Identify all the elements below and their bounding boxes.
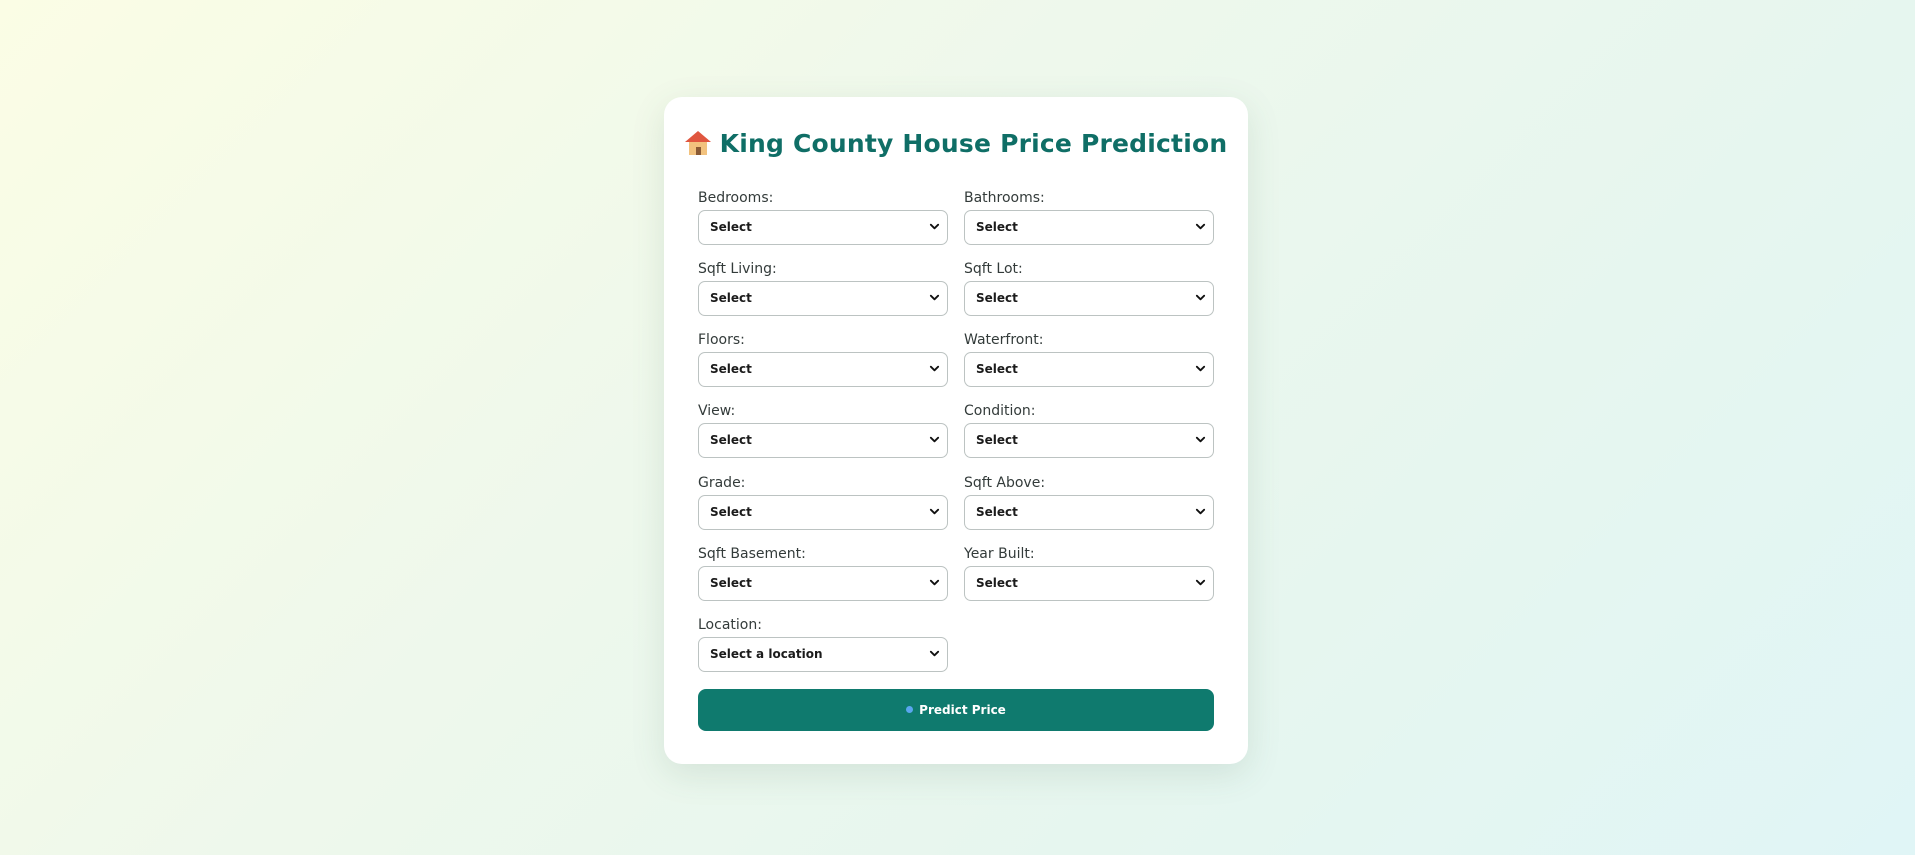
location-select[interactable]: Select a location bbox=[698, 637, 948, 672]
bedrooms-select-value: Select bbox=[710, 220, 752, 234]
chevron-down-icon bbox=[1195, 365, 1206, 372]
sqft-lot-field: Sqft Lot: Select bbox=[964, 260, 1214, 316]
chevron-down-icon bbox=[1195, 508, 1206, 515]
grade-label: Grade: bbox=[698, 475, 746, 491]
bathrooms-label: Bathrooms: bbox=[964, 190, 1045, 206]
chevron-down-icon bbox=[1195, 436, 1206, 443]
chevron-down-icon bbox=[1195, 223, 1206, 230]
bedrooms-select[interactable]: Select bbox=[698, 210, 948, 245]
predict-price-button[interactable]: Predict Price bbox=[698, 689, 1214, 731]
chevron-down-icon bbox=[1195, 579, 1206, 586]
sqft-living-select-value: Select bbox=[710, 291, 752, 305]
sqft-above-select-value: Select bbox=[976, 505, 1018, 519]
chevron-down-icon bbox=[929, 579, 940, 586]
chevron-down-icon bbox=[929, 365, 940, 372]
sqft-above-field: Sqft Above: Select bbox=[964, 474, 1214, 530]
view-field: View: Select bbox=[698, 402, 948, 458]
page-title: King County House Price Prediction bbox=[664, 129, 1248, 159]
waterfront-field: Waterfront: Select bbox=[964, 331, 1214, 387]
bedrooms-label: Bedrooms: bbox=[698, 190, 774, 206]
grade-field: Grade: Select bbox=[698, 474, 948, 530]
waterfront-label: Waterfront: bbox=[964, 332, 1044, 348]
bedrooms-field: Bedrooms: Select bbox=[698, 189, 948, 245]
floors-select-value: Select bbox=[710, 362, 752, 376]
bathrooms-select-value: Select bbox=[976, 220, 1018, 234]
sqft-basement-select-value: Select bbox=[710, 576, 752, 590]
floors-field: Floors: Select bbox=[698, 331, 948, 387]
sqft-above-select[interactable]: Select bbox=[964, 495, 1214, 530]
view-select-value: Select bbox=[710, 433, 752, 447]
sqft-living-select[interactable]: Select bbox=[698, 281, 948, 316]
view-label: View: bbox=[698, 403, 736, 419]
condition-field: Condition: Select bbox=[964, 402, 1214, 458]
year-built-select[interactable]: Select bbox=[964, 566, 1214, 601]
view-select[interactable]: Select bbox=[698, 423, 948, 458]
floors-label: Floors: bbox=[698, 332, 745, 348]
predict-price-label: Predict Price bbox=[919, 703, 1006, 717]
floors-select[interactable]: Select bbox=[698, 352, 948, 387]
chevron-down-icon bbox=[929, 508, 940, 515]
house-icon bbox=[684, 131, 711, 155]
condition-select-value: Select bbox=[976, 433, 1018, 447]
page-title-text: King County House Price Prediction bbox=[719, 129, 1228, 158]
waterfront-select[interactable]: Select bbox=[964, 352, 1214, 387]
sqft-living-field: Sqft Living: Select bbox=[698, 260, 948, 316]
prediction-card: King County House Price Prediction Bedro… bbox=[664, 97, 1248, 764]
sqft-above-label: Sqft Above: bbox=[964, 475, 1046, 491]
chevron-down-icon bbox=[929, 436, 940, 443]
year-built-select-value: Select bbox=[976, 576, 1018, 590]
year-built-label: Year Built: bbox=[964, 546, 1035, 562]
chevron-down-icon bbox=[1195, 294, 1206, 301]
condition-label: Condition: bbox=[964, 403, 1036, 419]
chevron-down-icon bbox=[929, 650, 940, 657]
sqft-living-label: Sqft Living: bbox=[698, 261, 777, 277]
bathrooms-select[interactable]: Select bbox=[964, 210, 1214, 245]
location-field: Location: Select a location bbox=[698, 616, 948, 672]
blue-circle-icon bbox=[906, 706, 914, 713]
sqft-basement-field: Sqft Basement: Select bbox=[698, 545, 948, 601]
condition-select[interactable]: Select bbox=[964, 423, 1214, 458]
year-built-field: Year Built: Select bbox=[964, 545, 1214, 601]
sqft-lot-select[interactable]: Select bbox=[964, 281, 1214, 316]
sqft-basement-select[interactable]: Select bbox=[698, 566, 948, 601]
grade-select[interactable]: Select bbox=[698, 495, 948, 530]
location-select-value: Select a location bbox=[710, 647, 823, 661]
location-label: Location: bbox=[698, 617, 762, 633]
waterfront-select-value: Select bbox=[976, 362, 1018, 376]
bathrooms-field: Bathrooms: Select bbox=[964, 189, 1214, 245]
sqft-basement-label: Sqft Basement: bbox=[698, 546, 806, 562]
chevron-down-icon bbox=[929, 223, 940, 230]
sqft-lot-select-value: Select bbox=[976, 291, 1018, 305]
sqft-lot-label: Sqft Lot: bbox=[964, 261, 1023, 277]
chevron-down-icon bbox=[929, 294, 940, 301]
grade-select-value: Select bbox=[710, 505, 752, 519]
